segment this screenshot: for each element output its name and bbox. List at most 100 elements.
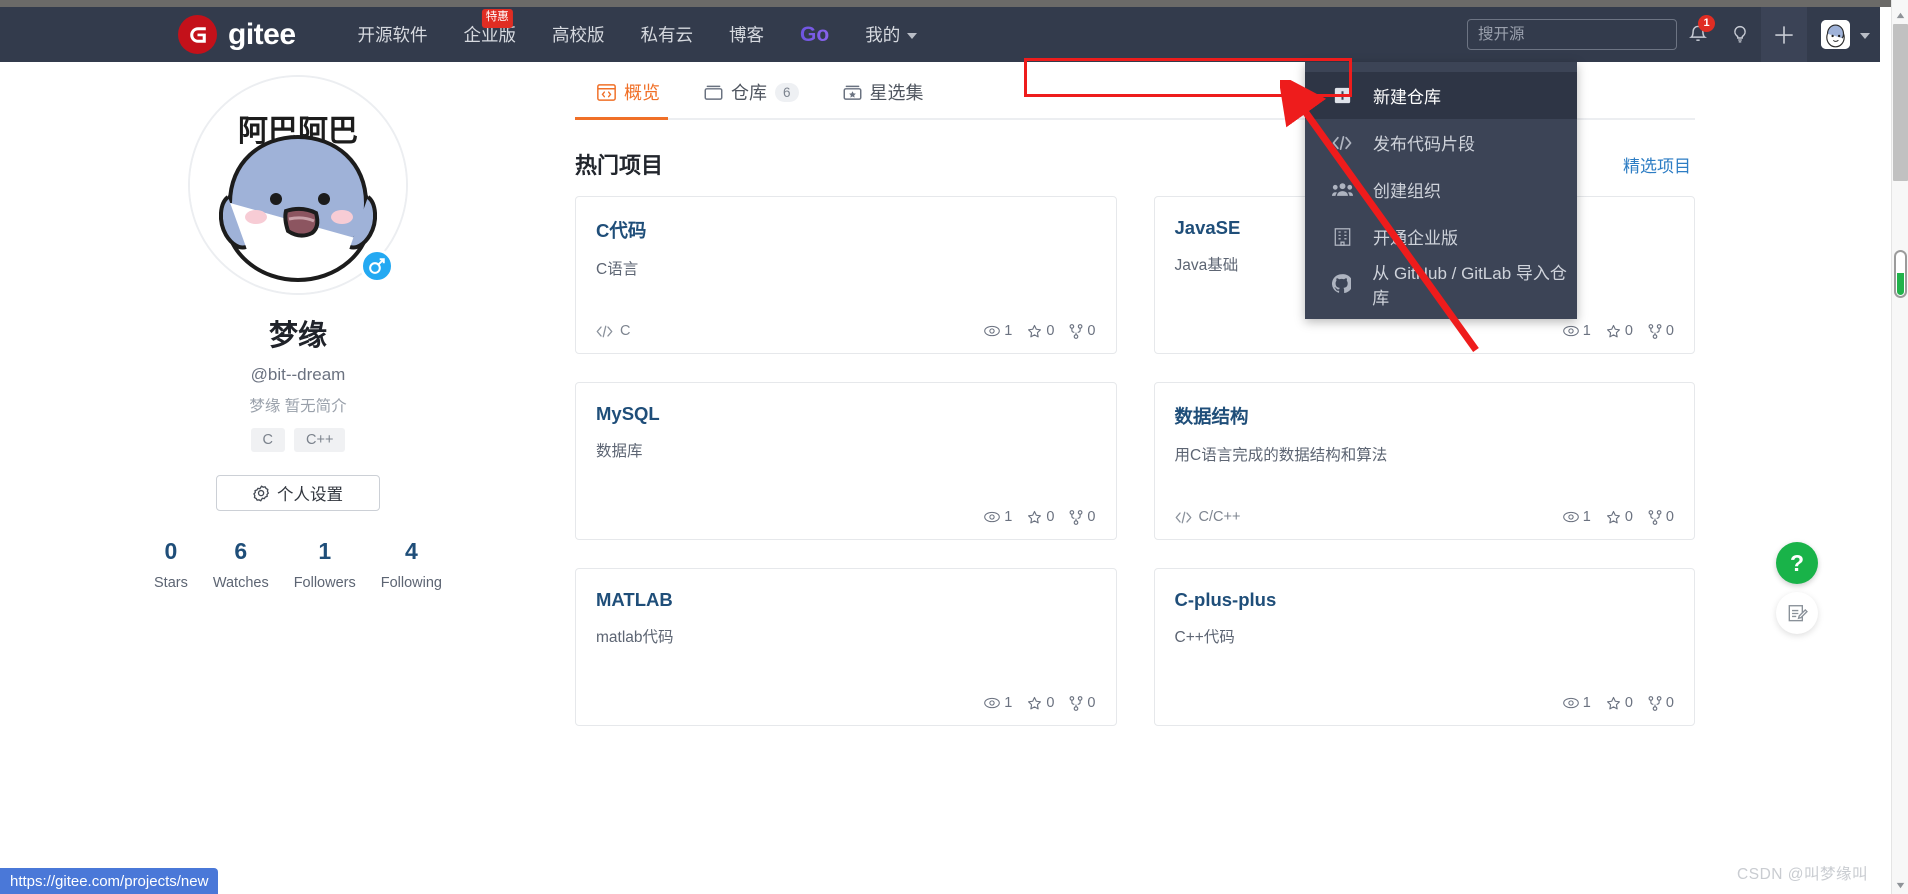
stat-following[interactable]: 4 Following [381,538,442,591]
stat-followers[interactable]: 1 Followers [294,538,356,591]
gitee-brand-logo[interactable]: gitee [178,15,296,54]
profile-tag[interactable]: C [250,428,286,452]
avatar-small-icon [1821,20,1850,49]
stat-value: 4 [404,538,418,564]
personal-settings-label: 个人设置 [277,486,343,504]
repository-card[interactable]: C-plus-plus C++代码 1 0 0 [1153,568,1695,726]
nav-item-campus[interactable]: 高校版 [534,22,623,47]
stat-watches[interactable]: 6 Watches [213,538,269,591]
nav-item-open-source[interactable]: 开源软件 [340,22,446,47]
eye-icon [984,511,1001,523]
dropdown-item-create-org[interactable]: 创建组织 [1305,166,1577,213]
metric-watches: 1 [1562,695,1591,711]
plus-icon [1775,25,1793,44]
metric-value: 1 [1582,695,1591,711]
metric-value: 0 [1624,323,1633,339]
stat-label: Watches [212,575,269,591]
metric-watches: 1 [984,323,1012,339]
star-icon [1606,324,1621,339]
user-menu-button[interactable] [1821,20,1870,49]
lightbulb-icon [1734,25,1746,43]
repository-name[interactable]: MySQL [596,403,1096,425]
page-scrollbar[interactable] [1891,0,1908,894]
suggestions-button[interactable] [1719,7,1761,62]
dropdown-item-enterprise[interactable]: 开通企业版 [1305,213,1577,260]
repository-metrics: 1 0 0 [984,509,1096,525]
metric-value: 1 [1004,695,1013,711]
nav-item-label: 高校版 [552,25,605,45]
repository-card-footer: 1 0 0 [596,509,1096,525]
nav-item-list: 开源软件 特惠 企业版 高校版 私有云 博客 Go 我的 [340,9,936,47]
metric-value: 0 [1665,509,1674,525]
fork-icon [1648,509,1662,525]
profile-handle: @bit--dream [250,365,346,384]
repository-name[interactable]: C-plus-plus [1175,589,1675,611]
scrollbar-progress-indicator [1894,250,1907,298]
metric-value: 0 [1665,323,1674,339]
repository-card[interactable]: 数据结构 用C语言完成的数据结构和算法 C/C++ 1 0 0 [1153,382,1695,540]
repository-metrics: 1 0 0 [984,695,1096,711]
metric-value: 1 [1582,509,1591,525]
stat-label: Followers [293,575,356,591]
repository-language-label: C/C++ [1198,509,1241,525]
scrollbar-thumb[interactable] [1893,24,1908,181]
repository-language: C/C++ [1175,509,1241,525]
repository-card-footer: 1 0 0 [1175,695,1674,711]
metric-value: 0 [1046,695,1055,711]
create-new-dropdown-menu: 新建仓库 发布代码片段 创建组织 开通企业版 从 GitHub / GitLab… [1305,62,1577,319]
metric-value: 0 [1046,509,1055,525]
tab-label: 概览 [624,83,660,103]
search-input[interactable] [1467,19,1677,50]
nav-item-private-cloud[interactable]: 私有云 [623,22,712,47]
repository-name[interactable]: 数据结构 [1175,403,1675,429]
browser-status-bar-url: https://gitee.com/projects/new [0,868,219,894]
repository-name[interactable]: MATLAB [596,589,1096,611]
repository-card[interactable]: MySQL 数据库 1 0 0 [575,382,1117,540]
fork-icon [1648,695,1662,711]
profile-bio: 梦缘 暂无简介 [249,398,347,415]
featured-projects-link[interactable]: 精选项目 [1623,152,1691,177]
scrollbar-down-arrow[interactable] [1892,877,1908,894]
scrollbar-up-arrow[interactable] [1892,7,1908,24]
notifications-button[interactable]: 1 [1677,7,1719,62]
feedback-button[interactable] [1776,592,1818,634]
profile-tag[interactable]: C++ [294,428,346,452]
nav-item-go[interactable]: Go [782,23,847,47]
metric-value: 0 [1087,695,1096,711]
dropdown-item-new-repository[interactable]: 新建仓库 [1305,72,1577,119]
tab-overview[interactable]: 概览 [575,79,682,120]
nav-item-label: 我的 [865,25,901,45]
metric-forks: 0 [1069,323,1096,339]
nav-item-blog[interactable]: 博客 [711,22,782,47]
chevron-down-icon [907,33,918,39]
fork-icon [1069,695,1083,711]
create-new-button[interactable] [1761,7,1807,62]
nav-item-badge: 特惠 [481,9,513,28]
help-button[interactable]: ? [1776,542,1818,584]
repository-description: C++代码 [1174,629,1235,646]
repository-name[interactable]: C代码 [596,217,1096,243]
metric-stars: 0 [1606,695,1633,711]
dropdown-item-label: 发布代码片段 [1373,135,1475,154]
personal-settings-button[interactable]: 个人设置 [216,475,380,511]
metric-value: 0 [1046,323,1055,339]
gitee-logo-icon [178,15,217,54]
github-icon [1331,274,1352,293]
nav-item-enterprise[interactable]: 特惠 企业版 [446,9,535,47]
repository-card[interactable]: C代码 C语言 C 1 0 0 [575,196,1117,354]
nav-item-mine[interactable]: 我的 [847,22,935,47]
eye-icon [984,325,1001,337]
browser-chrome-strip [0,0,1908,7]
metric-forks: 0 [1069,509,1096,525]
repository-description: C语言 [596,261,639,278]
tab-starred-collections[interactable]: 星选集 [821,79,946,118]
stat-stars[interactable]: 0 Stars [154,538,188,591]
nav-item-label: 博客 [729,25,765,45]
code-window-icon [597,83,616,102]
repository-metrics: 1 0 0 [1562,509,1674,525]
star-icon [1027,324,1042,339]
dropdown-item-new-snippet[interactable]: 发布代码片段 [1305,119,1577,166]
repository-card[interactable]: MATLAB matlab代码 1 0 0 [575,568,1117,726]
dropdown-item-import-repo[interactable]: 从 GitHub / GitLab 导入仓库 [1305,260,1577,308]
tab-repositories[interactable]: 仓库 6 [682,79,821,118]
